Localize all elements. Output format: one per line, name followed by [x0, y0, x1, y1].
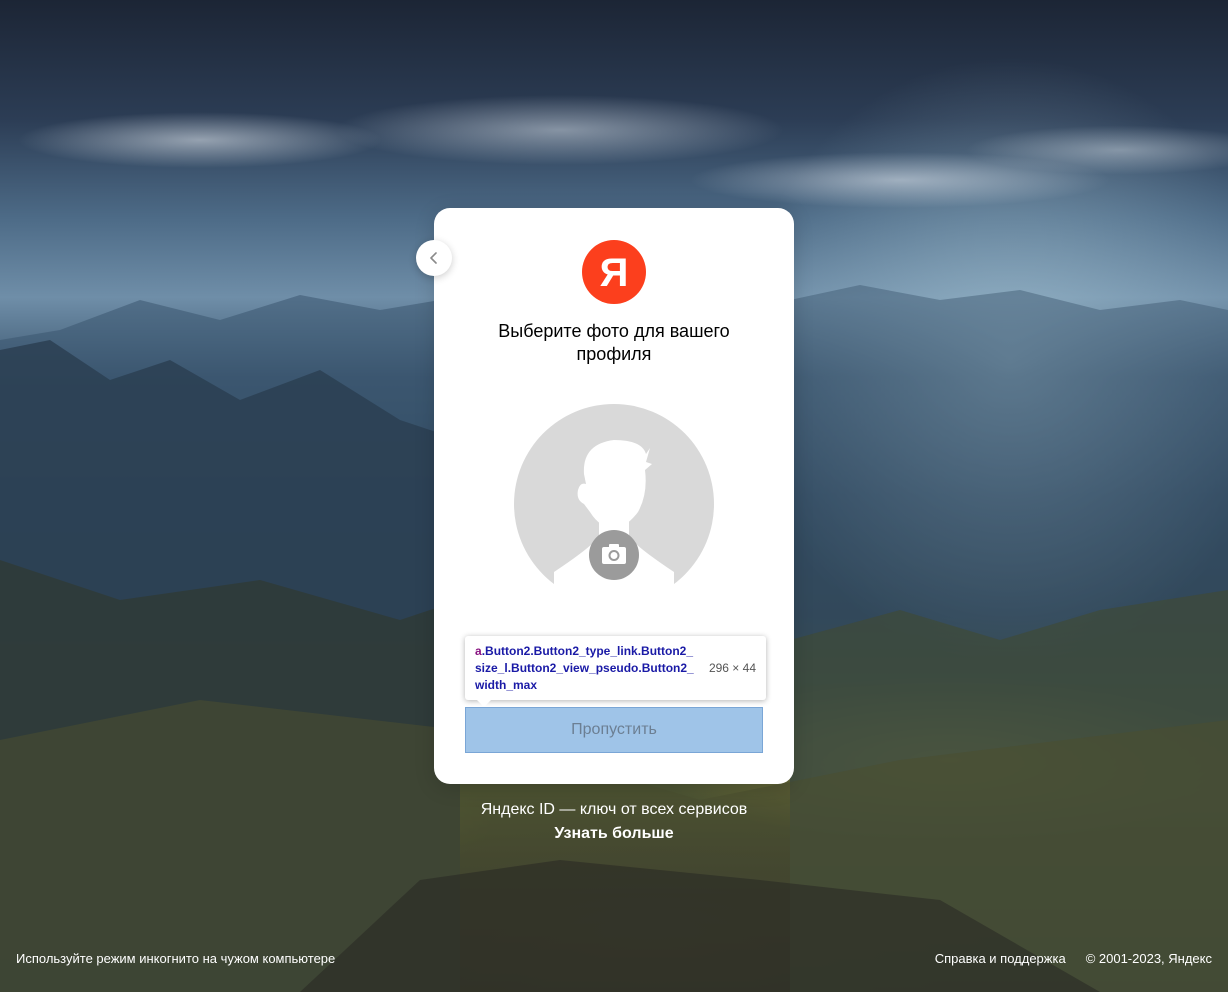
footer-links: Справка и поддержка © 2001-2023, Яндекс: [935, 951, 1212, 967]
chevron-left-icon: [430, 252, 437, 264]
tooltip-arrow: [477, 700, 491, 707]
avatar-upload[interactable]: [514, 404, 714, 604]
yandex-logo[interactable]: Я: [582, 240, 646, 304]
promo-block: Яндекс ID — ключ от всех сервисов Узнать…: [414, 798, 814, 846]
promo-text: Яндекс ID — ключ от всех сервисов: [480, 801, 748, 818]
selector-tag: a: [475, 643, 482, 658]
devtools-inspect-tooltip: a.Button2.Button2_type_link.Button2_size…: [465, 636, 766, 707]
skip-button[interactable]: Пропустить: [465, 707, 763, 753]
tooltip-size: 296 × 44: [708, 661, 756, 675]
copyright: © 2001-2023, Яндекс: [1085, 951, 1212, 966]
help-link[interactable]: Справка и поддержка: [935, 951, 1066, 967]
photo-selection-card: Я Выберите фото для вашего профиля a.But…: [434, 208, 794, 784]
learn-more-link[interactable]: Узнать больше: [414, 822, 814, 846]
page-title: Выберите фото для вашего профиля: [498, 321, 730, 364]
logo-letter: Я: [599, 251, 629, 295]
back-button[interactable]: [416, 240, 452, 276]
skip-button-label: Пропустить: [571, 721, 657, 738]
tooltip-selector: a.Button2.Button2_type_link.Button2_size…: [475, 643, 697, 694]
incognito-hint: Используйте режим инкогнито на чужом ком…: [16, 951, 336, 966]
selector-classes: .Button2.Button2_type_link.Button2_size_…: [475, 643, 694, 692]
camera-icon[interactable]: [589, 530, 639, 580]
